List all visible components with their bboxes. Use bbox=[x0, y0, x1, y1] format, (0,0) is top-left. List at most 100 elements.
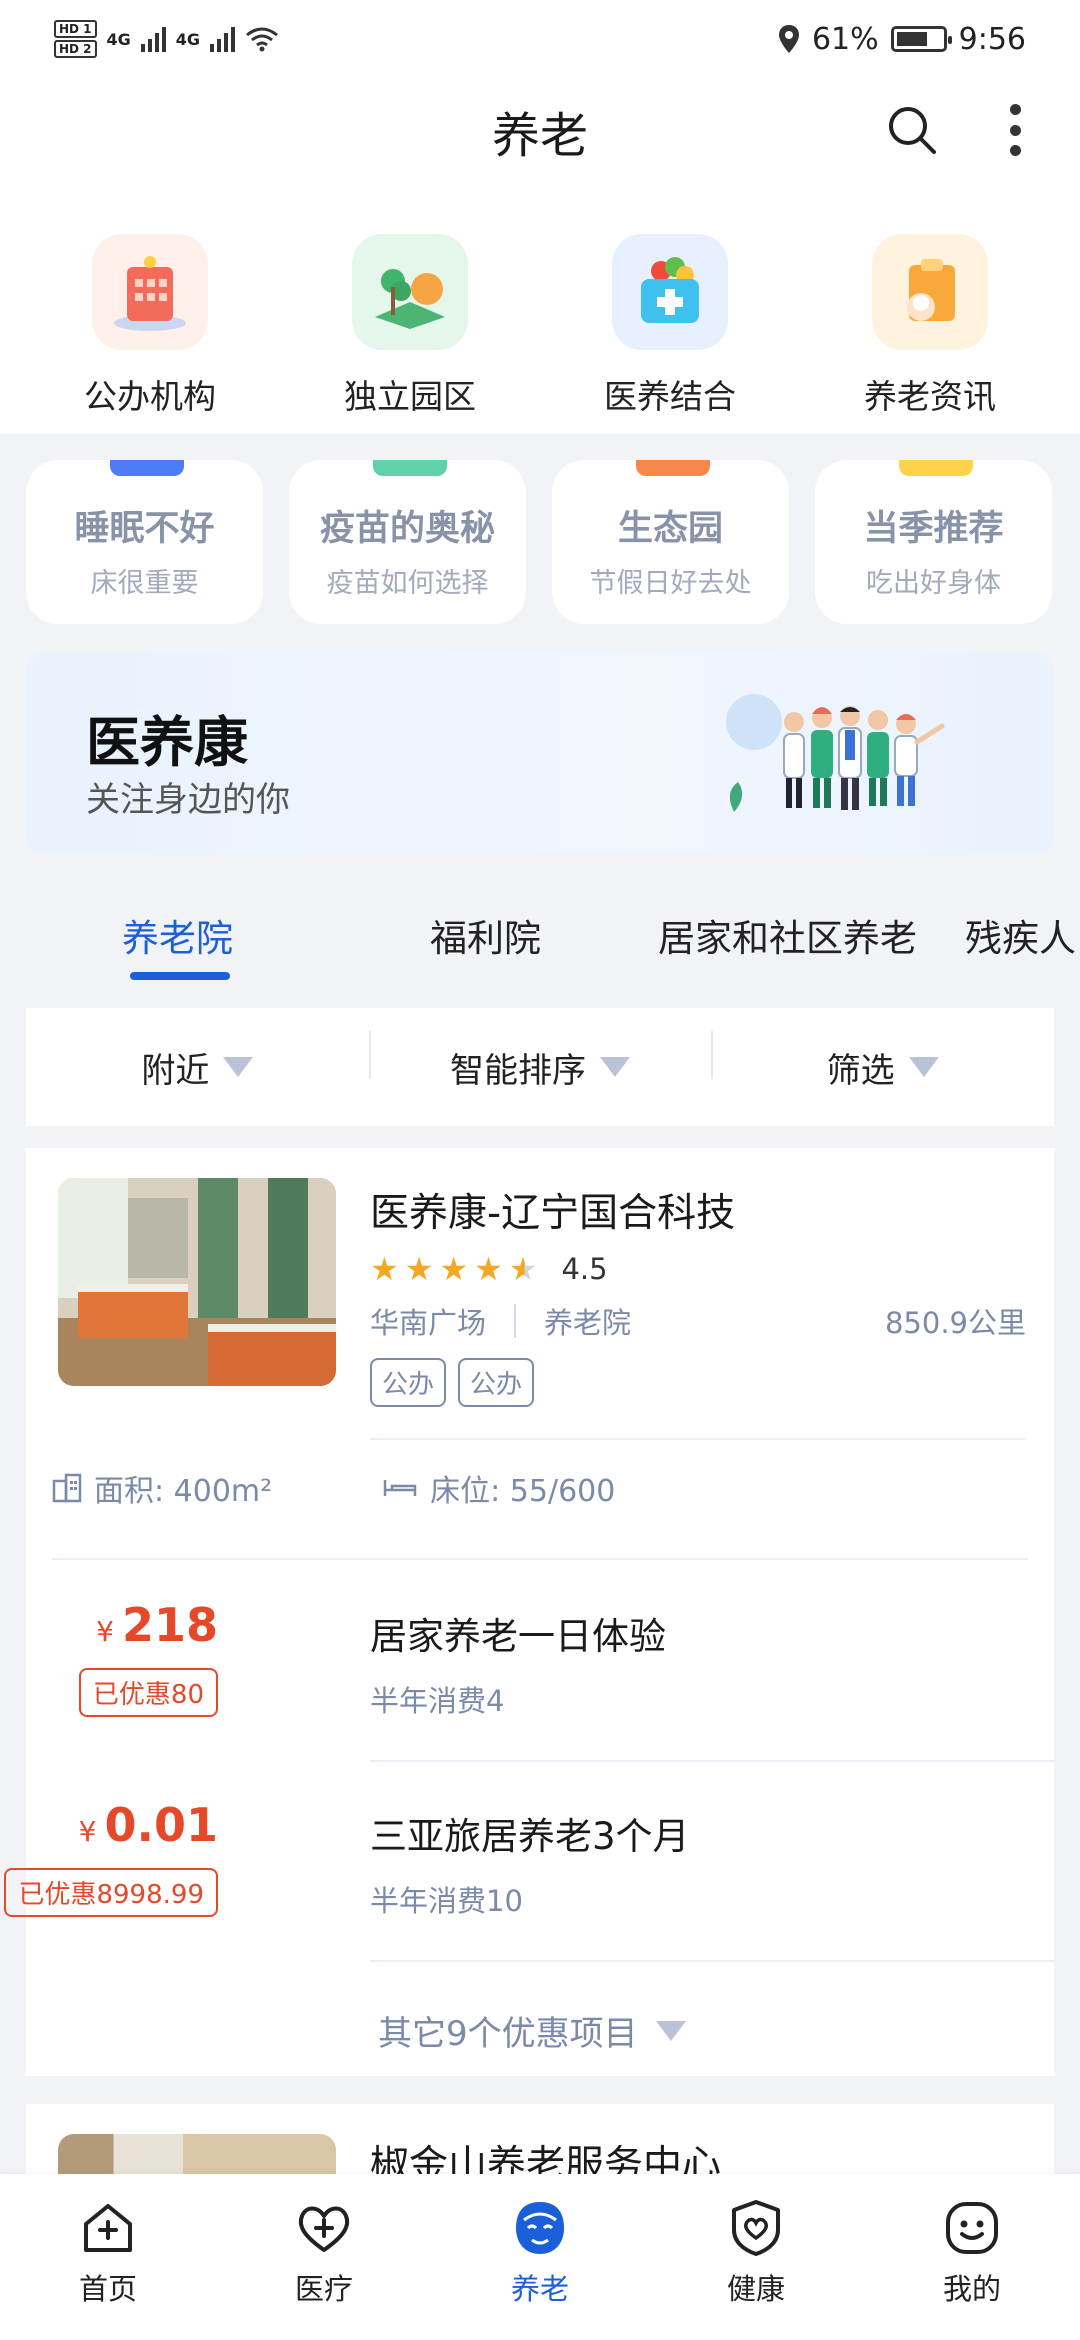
nav-mine[interactable]: 我的 bbox=[892, 2198, 1052, 2340]
listing-distance: 850.9公里 bbox=[884, 1306, 1026, 1340]
offer-name: 三亚旅居养老3个月 bbox=[370, 1815, 690, 1858]
tag-badge: 公办 bbox=[458, 1358, 535, 1407]
divider bbox=[52, 1558, 1028, 1560]
dropdown-triangle-icon bbox=[223, 1057, 254, 1077]
listing-photo[interactable] bbox=[58, 1178, 336, 1386]
discount-badge: 已优惠8998.99 bbox=[4, 1868, 218, 1917]
tip-title: 疫苗的奥秘 bbox=[319, 509, 495, 549]
signal-area: HD 1 HD 2 4G 4G bbox=[54, 20, 279, 58]
category-elder-news[interactable]: 养老资讯 bbox=[810, 234, 1050, 434]
nav-label: 养老 bbox=[510, 2272, 569, 2306]
category-tabs: 养老院 福利院 居家和社区养老 残疾人 bbox=[0, 880, 1080, 990]
clock: 9:56 bbox=[958, 21, 1026, 57]
star-icon: ★ bbox=[404, 1250, 434, 1288]
listing-card[interactable]: 医养康-辽宁国合科技 ★ ★ ★ ★ ★ 4.5 华南广场 养老院 850.9公… bbox=[4, 1148, 1054, 2076]
tip-accent-bar bbox=[899, 460, 973, 476]
listing-name[interactable]: 医养康-辽宁国合科技 bbox=[370, 1182, 735, 1238]
status-right: 61% 9:56 bbox=[778, 22, 1026, 57]
filter-nearby[interactable]: 附近 bbox=[26, 1043, 369, 1092]
nav-home[interactable]: 首页 bbox=[28, 2198, 188, 2340]
shield-heart-icon bbox=[732, 2200, 780, 2256]
medical-kit-icon bbox=[612, 234, 728, 350]
currency-symbol: ¥ bbox=[96, 1615, 114, 1648]
signal-bars-icon bbox=[140, 26, 166, 52]
signal-bars-icon bbox=[210, 26, 236, 52]
listing-facts: 面积: 400m² 床位: 55/600 bbox=[52, 1466, 615, 1510]
filter-label: 筛选 bbox=[826, 1050, 895, 1091]
tip-card-sleep[interactable]: 睡眠不好 床很重要 bbox=[26, 460, 263, 624]
tab-welfare-home[interactable]: 福利院 bbox=[430, 908, 541, 962]
divider bbox=[370, 1960, 1054, 1962]
category-independent-park[interactable]: 独立园区 bbox=[290, 234, 530, 434]
page-title: 养老 bbox=[491, 108, 588, 164]
tip-accent-bar bbox=[636, 460, 710, 476]
beds-value: 床位: 55/600 bbox=[430, 1474, 616, 1509]
promo-banner[interactable]: 医养康 关注身边的你 bbox=[26, 652, 1054, 854]
filter-screen[interactable]: 筛选 bbox=[711, 1030, 1054, 1092]
star-icon: ★ bbox=[370, 1250, 399, 1288]
nav-health[interactable]: 健康 bbox=[676, 2198, 836, 2340]
battery-percent: 61% bbox=[811, 21, 879, 57]
app-header: 养老 bbox=[0, 78, 1080, 184]
offer-subtext: 半年消费10 bbox=[370, 1884, 523, 1918]
dropdown-triangle-icon bbox=[600, 1057, 630, 1077]
tip-card-seasonal[interactable]: 当季推荐 吃出好身体 bbox=[815, 460, 1052, 624]
nav-elderly-care[interactable]: 养老 bbox=[460, 2198, 620, 2340]
tab-disabled[interactable]: 残疾人 bbox=[965, 908, 1076, 962]
rating-value: 4.5 bbox=[561, 1252, 608, 1286]
category-label: 医养结合 bbox=[604, 377, 736, 416]
tip-card-eco-park[interactable]: 生态园 节假日好去处 bbox=[552, 460, 789, 624]
more-offers-toggle[interactable]: 其它9个优惠项目 bbox=[378, 2006, 686, 2055]
active-tab-indicator bbox=[130, 972, 230, 980]
nav-label: 我的 bbox=[942, 2272, 1001, 2306]
building-icon bbox=[92, 234, 208, 350]
category-public-institution[interactable]: 公办机构 bbox=[30, 234, 270, 434]
smile-icon bbox=[946, 2202, 998, 2254]
listing-meta: 华南广场 养老院 850.9公里 bbox=[370, 1300, 1030, 1342]
listing-tags: 公办 公办 bbox=[370, 1358, 535, 1407]
tab-nursing-home[interactable]: 养老院 bbox=[122, 908, 233, 962]
area-value: 面积: 400m² bbox=[94, 1474, 273, 1509]
tip-subtitle: 节假日好去处 bbox=[589, 568, 752, 599]
network-type-2: 4G bbox=[175, 29, 201, 49]
park-icon bbox=[352, 234, 468, 350]
tip-title: 睡眠不好 bbox=[74, 509, 215, 549]
rating-stars: ★ ★ ★ ★ ★ 4.5 bbox=[370, 1252, 608, 1286]
category-label: 养老资讯 bbox=[864, 377, 996, 416]
more-menu-icon[interactable] bbox=[1000, 100, 1030, 160]
banner-subtitle: 关注身边的你 bbox=[86, 780, 290, 820]
sim1-badge: HD 1 bbox=[54, 20, 97, 38]
listing-type: 养老院 bbox=[544, 1306, 632, 1340]
filter-bar: 附近 智能排序 筛选 bbox=[26, 1008, 1054, 1126]
bottom-nav: 首页 医疗 养老 健康 我的 bbox=[0, 2174, 1080, 2340]
network-type-1: 4G bbox=[106, 29, 131, 49]
nav-label: 首页 bbox=[78, 2272, 137, 2306]
category-medical-care[interactable]: 医养结合 bbox=[550, 234, 790, 434]
search-icon[interactable] bbox=[884, 102, 940, 158]
divider bbox=[370, 1438, 1026, 1440]
news-icon bbox=[872, 234, 988, 350]
offer-price: ¥218 bbox=[96, 1598, 218, 1652]
listing-location: 华南广场 bbox=[370, 1306, 487, 1340]
tip-accent-bar bbox=[110, 460, 184, 476]
offer-item[interactable]: ¥218 已优惠80 居家养老一日体验 半年消费4 bbox=[26, 1562, 1054, 1762]
category-label: 独立园区 bbox=[344, 377, 476, 416]
filter-label: 智能排序 bbox=[450, 1050, 586, 1091]
filter-label: 附近 bbox=[141, 1050, 210, 1091]
tip-subtitle: 疫苗如何选择 bbox=[326, 568, 489, 599]
battery-icon bbox=[890, 26, 952, 52]
tip-card-vaccine[interactable]: 疫苗的奥秘 疫苗如何选择 bbox=[289, 460, 526, 624]
tip-title: 生态园 bbox=[617, 509, 723, 549]
dropdown-triangle-icon bbox=[908, 1057, 939, 1077]
category-label: 公办机构 bbox=[84, 377, 216, 416]
sim2-badge: HD 2 bbox=[54, 40, 97, 58]
offer-item[interactable]: ¥0.01 已优惠8998.99 三亚旅居养老3个月 半年消费10 bbox=[4, 1762, 1054, 1962]
filter-smart-sort[interactable]: 智能排序 bbox=[368, 1030, 712, 1092]
nav-label: 健康 bbox=[726, 2272, 785, 2306]
tag-badge: 公办 bbox=[370, 1358, 447, 1407]
star-icon: ★ bbox=[474, 1250, 503, 1288]
tab-home-community-care[interactable]: 居家和社区养老 bbox=[658, 908, 917, 962]
discount-badge: 已优惠80 bbox=[78, 1668, 218, 1717]
nav-medical[interactable]: 医疗 bbox=[244, 2198, 404, 2340]
price-value: 218 bbox=[121, 1598, 218, 1652]
